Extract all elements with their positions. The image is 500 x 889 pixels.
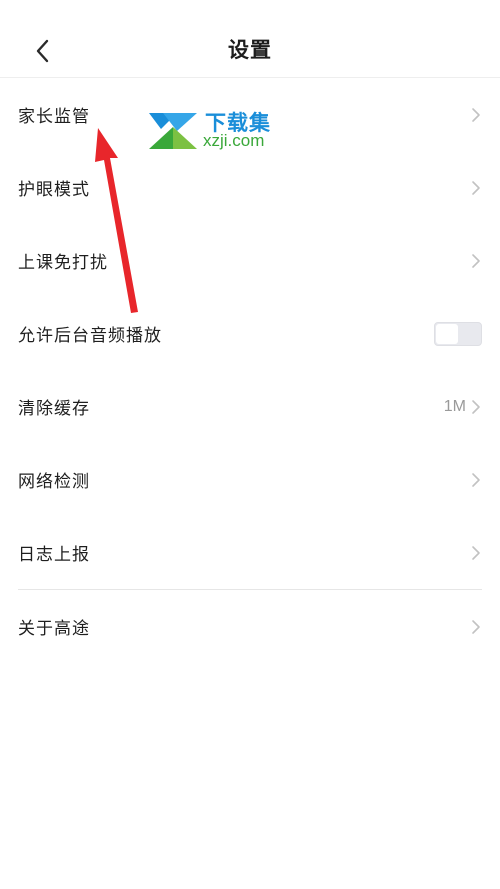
chevron-right-icon: [472, 619, 480, 634]
row-right: [470, 619, 482, 635]
settings-item-label: 清除缓存: [18, 399, 90, 419]
settings-item-class-do-not-disturb[interactable]: 上课免打扰: [0, 224, 500, 297]
chevron-right-icon: [472, 399, 480, 414]
chevron-right-icon: [472, 545, 480, 560]
settings-item-label: 日志上报: [18, 545, 90, 565]
settings-item-label: 允许后台音频播放: [18, 326, 162, 346]
settings-item-label: 上课免打扰: [18, 253, 108, 273]
settings-item-network-check[interactable]: 网络检测: [0, 443, 500, 516]
chevron-right-icon: [472, 253, 480, 268]
page-title: 设置: [228, 38, 272, 62]
watermark-emblem-icon: [149, 113, 197, 149]
cache-size-value: 1M: [443, 397, 466, 415]
row-right: [470, 472, 482, 488]
row-right: [470, 253, 482, 269]
background-audio-toggle[interactable]: [434, 321, 482, 346]
settings-item-log-report[interactable]: 日志上报: [0, 516, 500, 589]
chevron-right-icon: [472, 107, 480, 122]
row-right: [434, 321, 482, 346]
header: 设置: [0, 0, 500, 78]
settings-item-about[interactable]: 关于高途: [0, 590, 500, 663]
settings-item-background-audio: 允许后台音频播放: [0, 297, 500, 370]
row-right: [470, 180, 482, 196]
row-right: 1M: [444, 398, 482, 416]
chevron-right-icon: [472, 472, 480, 487]
settings-page: 设置 家长监管 护眼模式 上课免打扰 允许后台音频播放 清除缓存 1M 网络检测…: [0, 0, 500, 889]
settings-item-clear-cache[interactable]: 清除缓存 1M: [0, 370, 500, 443]
chevron-right-icon: [472, 180, 480, 195]
row-right: [470, 545, 482, 561]
settings-item-label: 网络检测: [18, 472, 90, 492]
settings-item-label: 家长监管: [18, 107, 90, 127]
settings-list: 家长监管 护眼模式 上课免打扰 允许后台音频播放 清除缓存 1M 网络检测 日志…: [0, 78, 500, 663]
settings-item-eye-protection[interactable]: 护眼模式: [0, 151, 500, 224]
settings-item-label: 关于高途: [18, 619, 90, 639]
toggle-knob: [436, 323, 458, 344]
settings-item-label: 护眼模式: [18, 180, 90, 200]
row-right: [470, 107, 482, 123]
watermark-logo: 下载集 xzji.com: [147, 105, 287, 153]
watermark-text-en: xzji.com: [203, 131, 265, 150]
